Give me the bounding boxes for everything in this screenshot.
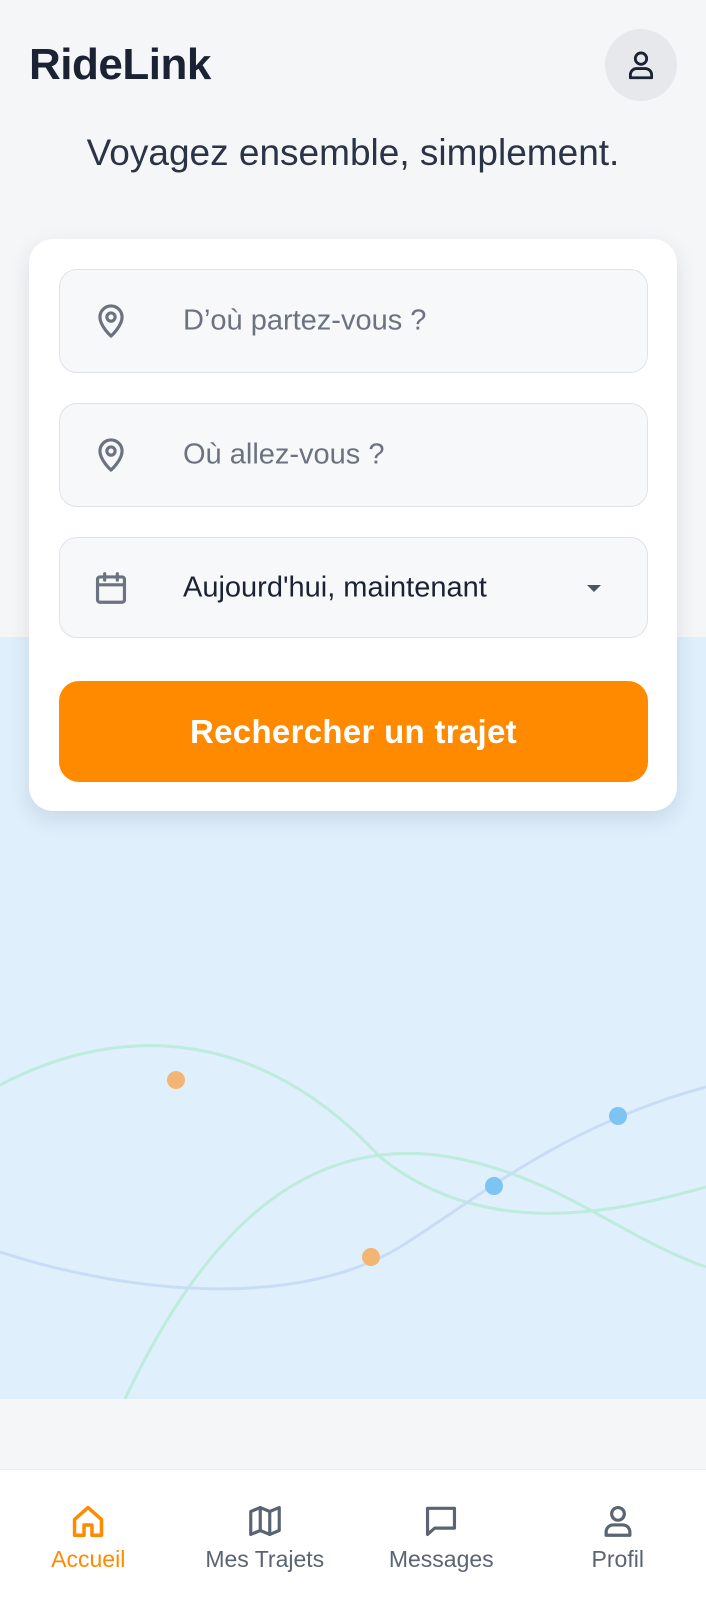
destination-field[interactable]: Où allez-vous ? bbox=[59, 403, 648, 507]
location-pin-icon bbox=[92, 436, 130, 474]
user-icon bbox=[597, 1500, 639, 1542]
route-line-blue bbox=[0, 1085, 706, 1291]
location-pin-icon bbox=[92, 302, 130, 340]
route-line-green bbox=[0, 1044, 706, 1215]
nav-label: Profil bbox=[591, 1546, 644, 1572]
search-card: D’où partez-vous ? Où allez-vous ? Aujou… bbox=[29, 239, 677, 811]
nav-item-profil[interactable]: Profil bbox=[530, 1470, 706, 1600]
tagline: Voyagez ensemble, simplement. bbox=[86, 132, 620, 173]
calendar-icon bbox=[92, 569, 130, 607]
home-icon bbox=[67, 1500, 109, 1542]
search-ride-button[interactable]: Rechercher un trajet bbox=[59, 681, 648, 782]
chat-icon bbox=[420, 1500, 462, 1542]
date-value: Aujourd'hui, maintenant bbox=[183, 571, 487, 603]
map-marker bbox=[609, 1107, 627, 1125]
user-icon bbox=[628, 51, 654, 80]
nav-item-mes-trajets[interactable]: Mes Trajets bbox=[177, 1470, 354, 1600]
destination-placeholder: Où allez-vous ? bbox=[183, 438, 385, 471]
profile-avatar-button[interactable] bbox=[605, 29, 677, 101]
departure-placeholder: D’où partez-vous ? bbox=[183, 304, 427, 337]
map-marker bbox=[167, 1071, 185, 1089]
nav-label: Accueil bbox=[51, 1546, 126, 1572]
app-title: RideLink bbox=[29, 40, 211, 89]
nav-item-accueil[interactable]: Accueil bbox=[0, 1470, 177, 1600]
departure-field[interactable]: D’où partez-vous ? bbox=[59, 269, 648, 373]
route-line-green bbox=[123, 1151, 706, 1399]
map-marker bbox=[485, 1177, 503, 1195]
app-header: RideLink Voyagez ensemble, simplement. bbox=[0, 0, 706, 173]
caret-down-icon bbox=[581, 575, 607, 601]
bottom-nav: Accueil Mes Trajets Messages Profil bbox=[0, 1469, 706, 1600]
map-marker bbox=[362, 1248, 380, 1266]
nav-item-messages[interactable]: Messages bbox=[353, 1470, 530, 1600]
nav-label: Messages bbox=[388, 1546, 494, 1572]
map-icon bbox=[244, 1500, 286, 1542]
date-select[interactable]: Aujourd'hui, maintenant bbox=[59, 537, 648, 638]
nav-label: Mes Trajets bbox=[205, 1546, 325, 1572]
